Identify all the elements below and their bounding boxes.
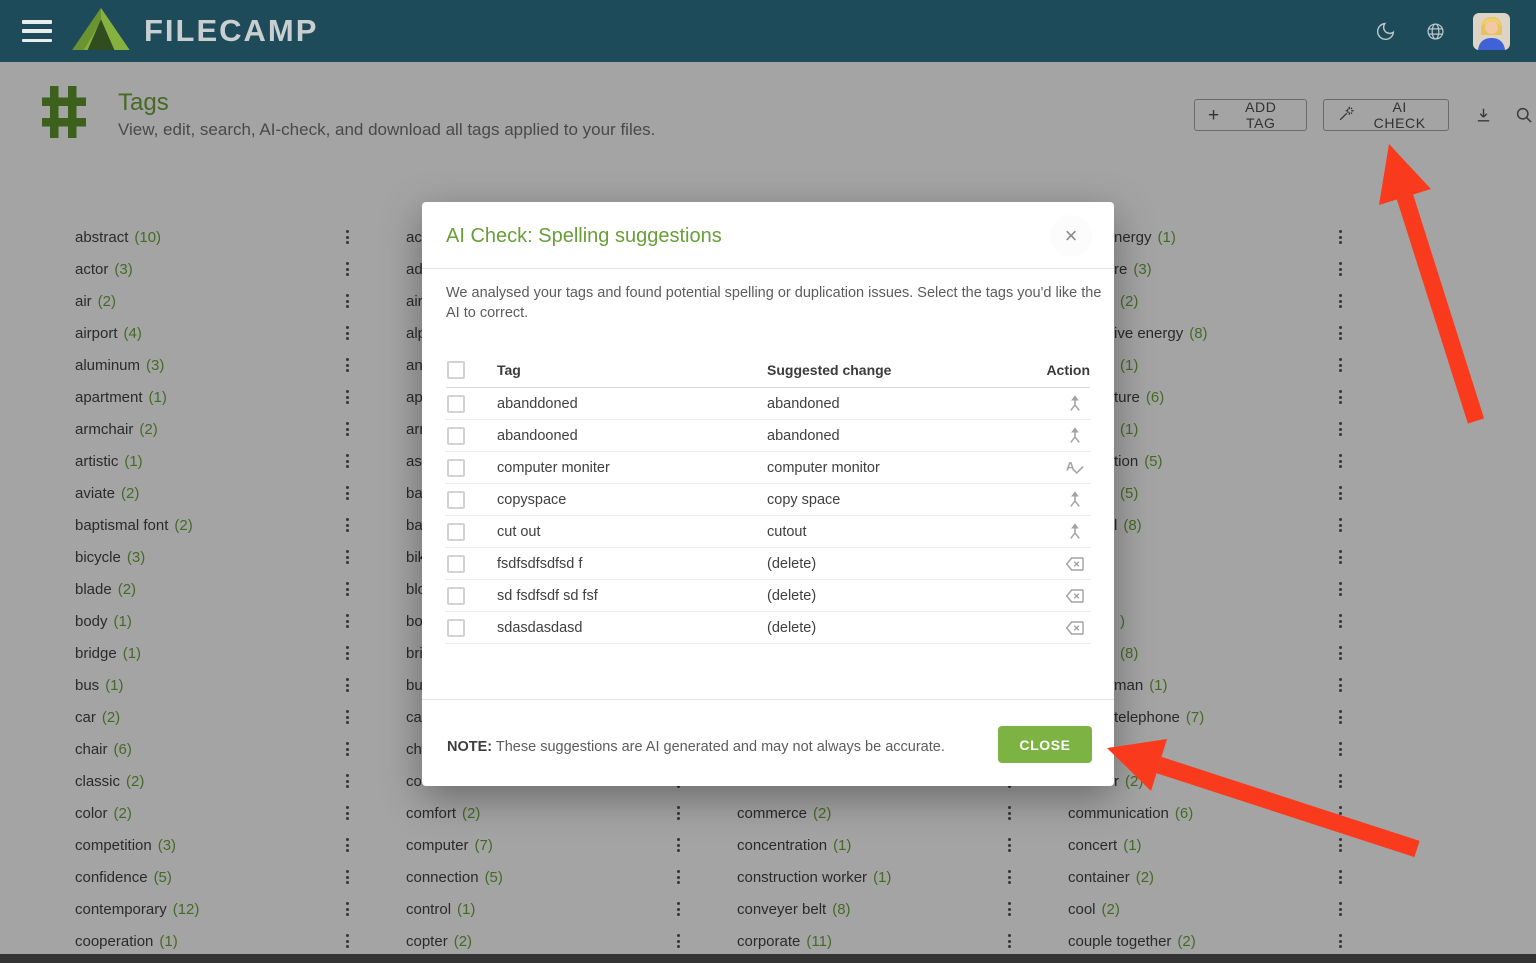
suggestion-row: sdasdasdasd (delete) [446,612,1090,644]
suggestion-change: computer monitor [767,460,880,476]
suggestion-row: abandooned abandoned [446,420,1090,452]
row-checkbox[interactable] [447,427,465,445]
filecamp-logo[interactable]: FILECAMP [72,7,318,56]
close-button[interactable]: CLOSE [998,726,1092,763]
user-avatar[interactable] [1473,13,1510,50]
suggestion-row: sd fsdfsdf sd fsf (delete) [446,580,1090,612]
tent-logo-icon [72,7,130,56]
suggestion-tag: copyspace [497,492,566,508]
backspace-icon [1062,553,1088,575]
suggestion-tag: abanddoned [497,396,578,412]
suggestion-change: copy space [767,492,840,508]
divider [422,699,1114,700]
row-checkbox[interactable] [447,587,465,605]
suggestion-row: fsdfsdfsdfsd f (delete) [446,548,1090,580]
col-header-action: Action [1046,362,1090,378]
row-checkbox[interactable] [447,555,465,573]
divider [422,268,1114,269]
modal-note: NOTE: These suggestions are AI generated… [447,739,945,755]
spellcheck-icon: A [1062,457,1088,479]
backspace-icon [1062,585,1088,607]
svg-text:A: A [1066,459,1075,473]
merge-icon [1062,425,1088,447]
suggestion-change: abandoned [767,428,840,444]
suggestion-tag: computer moniter [497,460,610,476]
merge-icon [1062,489,1088,511]
suggestion-tag: abandooned [497,428,578,444]
row-checkbox[interactable] [447,523,465,541]
modal-title: AI Check: Spelling suggestions [446,225,722,248]
note-label: NOTE: [447,739,492,755]
backspace-icon [1062,617,1088,639]
ai-check-modal: AI Check: Spelling suggestions × We anal… [422,202,1114,786]
merge-icon [1062,521,1088,543]
suggestion-change: (delete) [767,588,816,604]
col-header-suggested-change: Suggested change [767,362,891,378]
suggestion-table-body: abanddoned abandoned abandooned abandoned co… [446,388,1090,644]
note-text: These suggestions are AI generated and m… [492,739,945,755]
modal-intro-text: We analysed your tags and found potentia… [446,283,1108,323]
suggestion-row: abanddoned abandoned [446,388,1090,420]
suggestion-row: copyspace copy space [446,484,1090,516]
app-header: FILECAMP [0,0,1536,62]
suggestion-tag: cut out [497,524,541,540]
suggestion-change: (delete) [767,620,816,636]
select-all-checkbox[interactable] [447,361,465,379]
menu-icon[interactable] [22,20,52,42]
close-icon[interactable]: × [1050,215,1092,257]
suggestion-change: abandoned [767,396,840,412]
col-header-tag: Tag [497,362,521,378]
suggestion-tag: fsdfsdfsdfsd f [497,556,582,572]
row-checkbox[interactable] [447,395,465,413]
globe-icon[interactable] [1423,19,1447,43]
suggestion-row: cut out cutout [446,516,1090,548]
suggestion-row: computer moniter computer monitor A [446,452,1090,484]
suggestion-table-header: Tag Suggested change Action [446,352,1090,388]
row-checkbox[interactable] [447,491,465,509]
suggestion-tag: sd fsdfsdf sd fsf [497,588,598,604]
suggestion-tag: sdasdasdasd [497,620,582,636]
row-checkbox[interactable] [447,619,465,637]
moon-icon[interactable] [1373,19,1397,43]
brand-text: FILECAMP [144,13,318,49]
suggestion-change: cutout [767,524,807,540]
merge-icon [1062,393,1088,415]
row-checkbox[interactable] [447,459,465,477]
suggestion-change: (delete) [767,556,816,572]
